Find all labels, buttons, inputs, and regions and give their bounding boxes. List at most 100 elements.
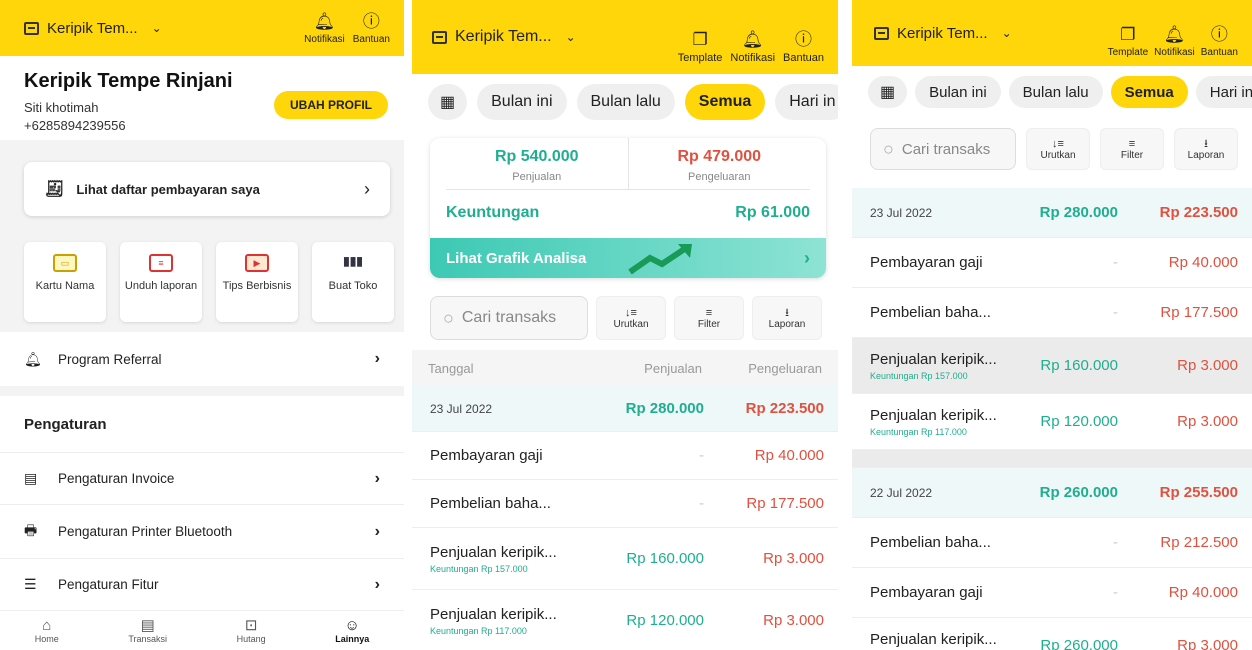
help-button[interactable]: ⓘ Bantuan (353, 12, 390, 45)
nav-hutang[interactable]: ⊡ Hutang (237, 616, 266, 644)
tile-label: Buat Toko (328, 280, 378, 292)
row-title-wrap: Penjualan keripik...Keuntungan Rp 257.00… (870, 631, 998, 650)
nav-transaksi[interactable]: ▤ Transaksi (128, 616, 167, 644)
chevron-down-icon: ⌄ (151, 21, 162, 35)
row-title: Penjualan keripik... (870, 350, 997, 368)
transaction-row[interactable]: Penjualan keripik... Keuntungan Rp 117.00… (412, 590, 838, 650)
filter-button[interactable]: ≡ Filter (1100, 128, 1164, 170)
toolbar: ○ Cari transaks ↓≡ Urutkan ≡ Filter ⭳ Lapora… (430, 296, 822, 340)
date-group-row: 23 Jul 2022 Rp 280.000 Rp 223.500 (412, 386, 838, 432)
store-selector[interactable]: Keripik Tem... ⌄ (432, 28, 576, 46)
download-icon: ⭳ (785, 306, 789, 319)
referral-row[interactable]: 🔔︎ Program Referral › (0, 332, 404, 386)
debt-icon: ⊡ (244, 616, 258, 634)
tile-label: Kartu Nama (35, 280, 95, 292)
col-date: Tanggal (428, 360, 474, 376)
tile-kartu-nama[interactable]: ▭ Kartu Nama (24, 242, 106, 322)
tile-buat-toko[interactable]: ▮▮▮ Buat Toko (312, 242, 394, 322)
invoice-icon: ▤ (24, 470, 38, 486)
row-expense: Rp 177.500 (1160, 304, 1238, 321)
help-icon: ⓘ (362, 11, 380, 31)
row-title-wrap: 22 Jul 2022 (870, 486, 998, 500)
nav-lainnya[interactable]: ☺ Lainnya (335, 617, 369, 644)
sort-button[interactable]: ↓≡ Urutkan (1026, 128, 1090, 170)
transaction-row[interactable]: Pembayaran gaji - Rp 40.000 (852, 238, 1252, 288)
filter-icon: ≡ (1128, 137, 1136, 150)
notification-label: Notifikasi (730, 52, 776, 64)
filter-semua[interactable]: Semua (1110, 76, 1188, 108)
filter-bulan-ini[interactable]: Bulan ini (477, 84, 567, 120)
transaction-row[interactable]: Penjualan keripik... Keuntungan Rp 157.00… (852, 338, 1252, 394)
filter-bulan-ini[interactable]: Bulan ini (915, 76, 1001, 108)
sort-button[interactable]: ↓≡ Urutkan (596, 296, 666, 340)
store-name: Keripik Tem... (47, 19, 138, 37)
row-profit: Keuntungan Rp 157.000 (870, 370, 968, 381)
transaction-row[interactable]: Pembelian baha... - Rp 177.500 (412, 480, 838, 528)
settings-invoice-row[interactable]: ▤ Pengaturan Invoice › (0, 452, 404, 504)
row-title-wrap: Pembayaran gaji (870, 254, 998, 271)
store-selector[interactable]: Keripik Tem... ⌄ (874, 25, 1012, 42)
chevron-right-icon: › (374, 522, 380, 540)
date-group-row: 22 Jul 2022 Rp 260.000 Rp 255.500 (852, 468, 1252, 518)
report-button[interactable]: ⭳ Laporan (1174, 128, 1238, 170)
template-button[interactable]: ❐ Template (1108, 25, 1149, 58)
transaction-row[interactable]: Penjualan keripik... Keuntungan Rp 117.00… (852, 394, 1252, 450)
filter-icon: ≡ (705, 306, 713, 319)
filter-bulan-lalu[interactable]: Bulan lalu (576, 84, 675, 120)
row-separator (852, 450, 1252, 468)
calendar-button[interactable]: ▦ (428, 84, 468, 120)
total-expense-label: Pengeluaran (688, 171, 751, 183)
filter-semua[interactable]: Semua (684, 84, 766, 120)
list-icon: ▤ (140, 616, 155, 634)
row-sales: Rp 160.000 (626, 550, 704, 567)
calendar-button[interactable]: ▦ (868, 76, 908, 108)
row-expense: Rp 223.500 (745, 400, 824, 417)
play-icon: ▶ (245, 254, 269, 272)
row-sales: - (1113, 304, 1118, 321)
report-button[interactable]: ⭳ Laporan (752, 296, 822, 340)
store-title: Keripik Tempe Rinjani (24, 70, 233, 92)
row-expense: Rp 212.500 (1160, 534, 1238, 551)
transaction-row[interactable]: Penjualan keripik...Keuntungan Rp 257.00… (852, 618, 1252, 650)
tile-unduh-laporan[interactable]: ≡ Unduh laporan (120, 242, 202, 322)
transaction-row[interactable]: Pembelian baha... - Rp 212.500 (852, 518, 1252, 568)
notification-button[interactable]: 🔔︎ Notifikasi (304, 12, 345, 45)
filter-hari-ini[interactable]: Hari in (775, 84, 838, 120)
notification-button[interactable]: 🔔︎ Notifikasi (730, 30, 775, 64)
filter-hari-ini[interactable]: Hari in (1195, 76, 1252, 108)
transactions-scrolled-panel: Keripik Tem... ⌄ ❐ Template 🔔︎ Notifikasi … (852, 0, 1252, 650)
bell-icon: 🔔︎ (1163, 24, 1186, 44)
analysis-chart-button[interactable]: Lihat Grafik Analisa › (430, 238, 826, 278)
tile-tips-berbisnis[interactable]: ▶ Tips Berbisnis (216, 242, 298, 322)
transaction-row[interactable]: Pembayaran gaji - Rp 40.000 (852, 568, 1252, 618)
search-input[interactable]: ○ Cari transaks (430, 296, 588, 340)
row-title: Pembelian baha... (870, 534, 991, 551)
row-title-wrap: 23 Jul 2022 (870, 206, 998, 220)
search-input[interactable]: ○ Cari transaks (870, 128, 1016, 170)
tile-label: Unduh laporan (124, 280, 198, 292)
transaction-row[interactable]: Pembayaran gaji - Rp 40.000 (412, 432, 838, 480)
settings-feature-row[interactable]: ☰ Pengaturan Fitur › (0, 558, 404, 610)
payment-list-button[interactable]: 🧾︎ Lihat daftar pembayaran saya › (24, 162, 390, 216)
help-button[interactable]: ⓘ Bantuan (783, 30, 824, 64)
template-button[interactable]: ❐ Template (678, 30, 723, 64)
filter-button[interactable]: ≡ Filter (674, 296, 744, 340)
help-button[interactable]: ⓘ Bantuan (1201, 25, 1238, 58)
row-expense: Rp 177.500 (746, 495, 824, 512)
notification-button[interactable]: 🔔︎ Notifikasi (1154, 25, 1195, 58)
edit-profile-button[interactable]: UBAH PROFIL (274, 91, 388, 119)
settings-item-label: Pengaturan Invoice (58, 471, 175, 486)
nav-label: Home (34, 633, 59, 644)
transaction-row[interactable]: Pembelian baha... - Rp 177.500 (852, 288, 1252, 338)
row-title: Pembayaran gaji (430, 447, 543, 464)
sort-icon: ↓≡ (625, 306, 637, 319)
transactions-panel: Keripik Tem... ⌄ ❐ Template 🔔︎ Notifikasi … (412, 0, 838, 650)
row-title-wrap: Pembelian baha... (870, 304, 998, 321)
help-icon: ⓘ (1210, 24, 1228, 44)
col-sales: Penjualan (644, 360, 702, 376)
filter-bulan-lalu[interactable]: Bulan lalu (1008, 76, 1103, 108)
store-selector[interactable]: Keripik Tem... ⌄ (24, 20, 162, 37)
settings-printer-row[interactable]: 🖶 Pengaturan Printer Bluetooth › (0, 504, 404, 558)
nav-home[interactable]: ⌂ Home (34, 617, 59, 644)
transaction-row[interactable]: Penjualan keripik... Keuntungan Rp 157.00… (412, 528, 838, 590)
